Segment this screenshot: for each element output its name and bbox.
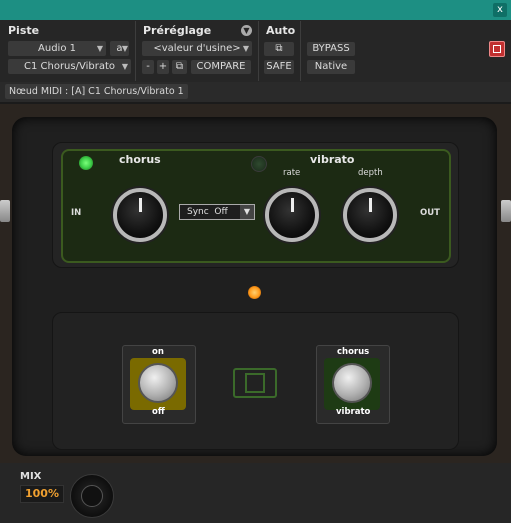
knob-indicator [368, 198, 372, 212]
knob-indicator [138, 198, 142, 212]
chevron-down-icon: ▼ [96, 44, 103, 53]
close-window-button[interactable]: x [493, 3, 507, 17]
sync-selector[interactable]: Sync Off ▼ [179, 204, 255, 220]
out-label: OUT [420, 208, 440, 218]
previous-preset-button[interactable]: - [142, 60, 154, 74]
mix-label: MIX [20, 471, 42, 482]
divider [300, 21, 301, 81]
bypass-button[interactable]: BYPASS [307, 42, 355, 56]
insert-selector[interactable]: C1 Chorus/Vibrato ▼ [8, 59, 131, 74]
chevron-down-icon: ▼ [121, 62, 128, 71]
bypass-footswitch[interactable] [138, 363, 178, 403]
track-name: Audio 1 [38, 43, 76, 54]
mix-knob-cap [81, 485, 103, 507]
clip-indicator-button[interactable] [489, 41, 505, 57]
chevron-down-icon: ▼ [240, 205, 254, 219]
auto-section-label: Auto [266, 24, 296, 37]
preset-value: <valeur d'usine> [153, 43, 241, 54]
sync-value: Sync Off [187, 207, 228, 217]
vibrato-label: vibrato [310, 153, 355, 166]
on-label: on [152, 347, 164, 357]
depth-label: depth [358, 168, 383, 178]
midi-node-label: Nœud MIDI : [A] C1 Chorus/Vibrato 1 [5, 84, 188, 99]
preset-selector[interactable]: <valeur d'usine> ▼ [142, 41, 252, 56]
power-led [248, 286, 261, 299]
divider [258, 21, 259, 81]
track-section-label: Piste [8, 24, 40, 37]
logo-mark [245, 373, 265, 393]
track-channel-selector[interactable]: a ▼ [110, 41, 129, 56]
knob-indicator [290, 198, 294, 212]
chevron-down-icon: ▼ [242, 44, 249, 53]
window-title-bar [0, 0, 511, 20]
in-label: IN [71, 208, 82, 218]
automation-icon: ⧉ [275, 43, 283, 54]
chorus-mode-label: chorus [337, 347, 370, 357]
rate-label: rate [283, 168, 301, 178]
chevron-down-icon: ▼ [121, 44, 128, 53]
automation-button[interactable]: ⧉ [264, 42, 294, 56]
rate-knob[interactable] [265, 188, 319, 242]
safe-button[interactable]: SAFE [264, 60, 294, 74]
next-preset-button[interactable]: + [157, 60, 169, 74]
preset-section-label: Préréglage [143, 24, 212, 37]
vibrato-led [251, 156, 267, 172]
copy-settings-button[interactable]: ⧉ [172, 60, 187, 74]
logo-icon [233, 368, 277, 398]
depth-knob[interactable] [343, 188, 397, 242]
input-jack-icon [0, 200, 10, 222]
off-label: off [152, 407, 165, 417]
chorus-led [79, 156, 93, 170]
mix-value[interactable]: 100% [20, 485, 64, 503]
mix-knob[interactable] [70, 474, 114, 518]
vibrato-mode-label: vibrato [336, 407, 371, 417]
mode-footswitch[interactable] [332, 363, 372, 403]
clip-icon [493, 45, 501, 53]
preset-menu-icon[interactable]: ▼ [241, 25, 252, 36]
track-selector[interactable]: Audio 1 ▼ [8, 41, 106, 56]
copy-icon: ⧉ [175, 61, 184, 72]
compare-button[interactable]: COMPARE [191, 60, 251, 74]
insert-name: C1 Chorus/Vibrato [23, 61, 115, 72]
divider [135, 21, 136, 81]
native-indicator: Native [307, 60, 355, 74]
output-jack-icon [501, 200, 511, 222]
chorus-knob[interactable] [113, 188, 167, 242]
chorus-label: chorus [119, 153, 161, 166]
